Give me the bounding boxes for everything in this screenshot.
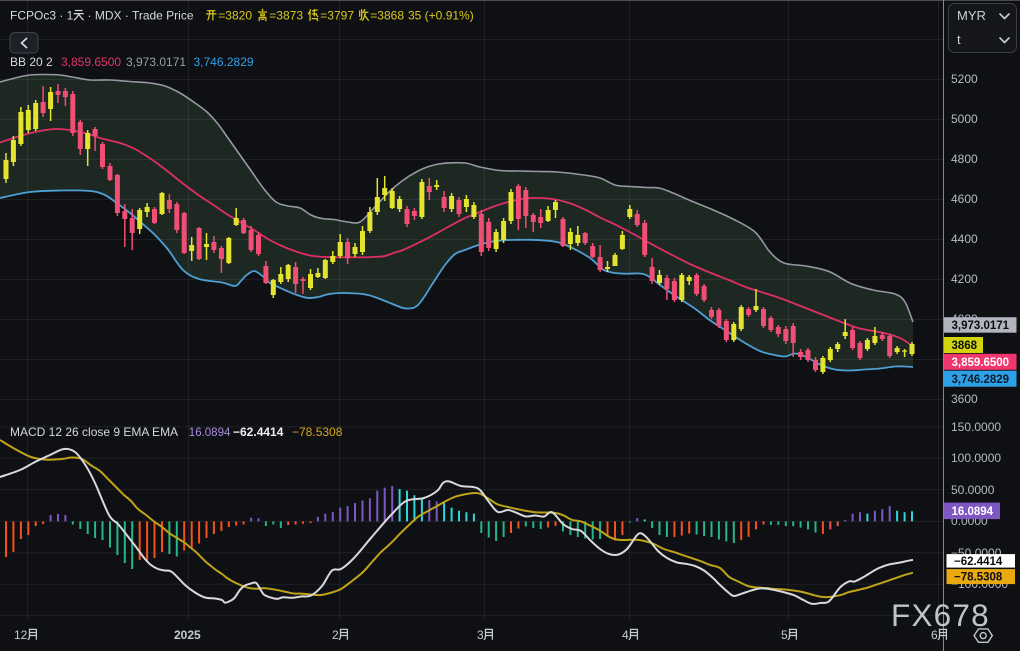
svg-text:50.0000: 50.0000 (951, 483, 995, 497)
svg-text:=3868: =3868 (370, 9, 404, 23)
svg-text:3,746.2829: 3,746.2829 (194, 55, 254, 69)
svg-text:3,973.0171: 3,973.0171 (952, 320, 1010, 332)
svg-text:=3797: =3797 (320, 9, 354, 23)
svg-text:150.0000: 150.0000 (951, 420, 1001, 434)
svg-text:BB 20 2: BB 20 2 (10, 55, 53, 69)
svg-text:16.0894: 16.0894 (952, 506, 994, 518)
svg-text:3868: 3868 (952, 340, 978, 352)
svg-text:=3820: =3820 (218, 9, 252, 23)
svg-text:2025: 2025 (174, 628, 201, 642)
svg-text:FCPOc3 · 1: FCPOc3 · 1 (10, 9, 74, 23)
svg-text:5000: 5000 (951, 112, 978, 126)
svg-text:3,746.2829: 3,746.2829 (952, 374, 1010, 386)
svg-text:4400: 4400 (951, 232, 978, 246)
svg-text:12: 12 (14, 628, 28, 642)
svg-text:2: 2 (332, 628, 339, 642)
svg-text:−78.5308: −78.5308 (954, 572, 1003, 584)
svg-text:· MDX · Trade Price: · MDX · Trade Price (88, 9, 194, 23)
svg-text:=3873: =3873 (269, 9, 303, 23)
svg-text:16.0894: 16.0894 (189, 427, 231, 439)
svg-text:5: 5 (781, 628, 788, 642)
svg-text:−78.5308: −78.5308 (292, 425, 343, 439)
svg-text:3: 3 (477, 628, 484, 642)
svg-text:−62.4414: −62.4414 (954, 556, 1003, 568)
svg-text:4800: 4800 (951, 152, 978, 166)
svg-text:5200: 5200 (951, 72, 978, 86)
svg-text:4600: 4600 (951, 192, 978, 206)
svg-text:−62.4414: −62.4414 (233, 425, 284, 439)
svg-text:100.0000: 100.0000 (951, 451, 1001, 465)
svg-text:MACD 12 26 close 9 EMA EMA: MACD 12 26 close 9 EMA EMA (10, 425, 178, 439)
svg-text:MYR: MYR (957, 8, 986, 23)
svg-text:4: 4 (622, 628, 629, 642)
svg-text:FX678: FX678 (891, 597, 990, 633)
svg-text:35 (+0.91%): 35 (+0.91%) (408, 9, 474, 23)
svg-text:3600: 3600 (951, 392, 978, 406)
svg-text:3,973.0171: 3,973.0171 (126, 55, 186, 69)
svg-text:3,859.6500: 3,859.6500 (61, 55, 121, 69)
svg-text:t: t (957, 32, 961, 47)
svg-text:3,859.6500: 3,859.6500 (952, 357, 1010, 369)
svg-text:4200: 4200 (951, 272, 978, 286)
